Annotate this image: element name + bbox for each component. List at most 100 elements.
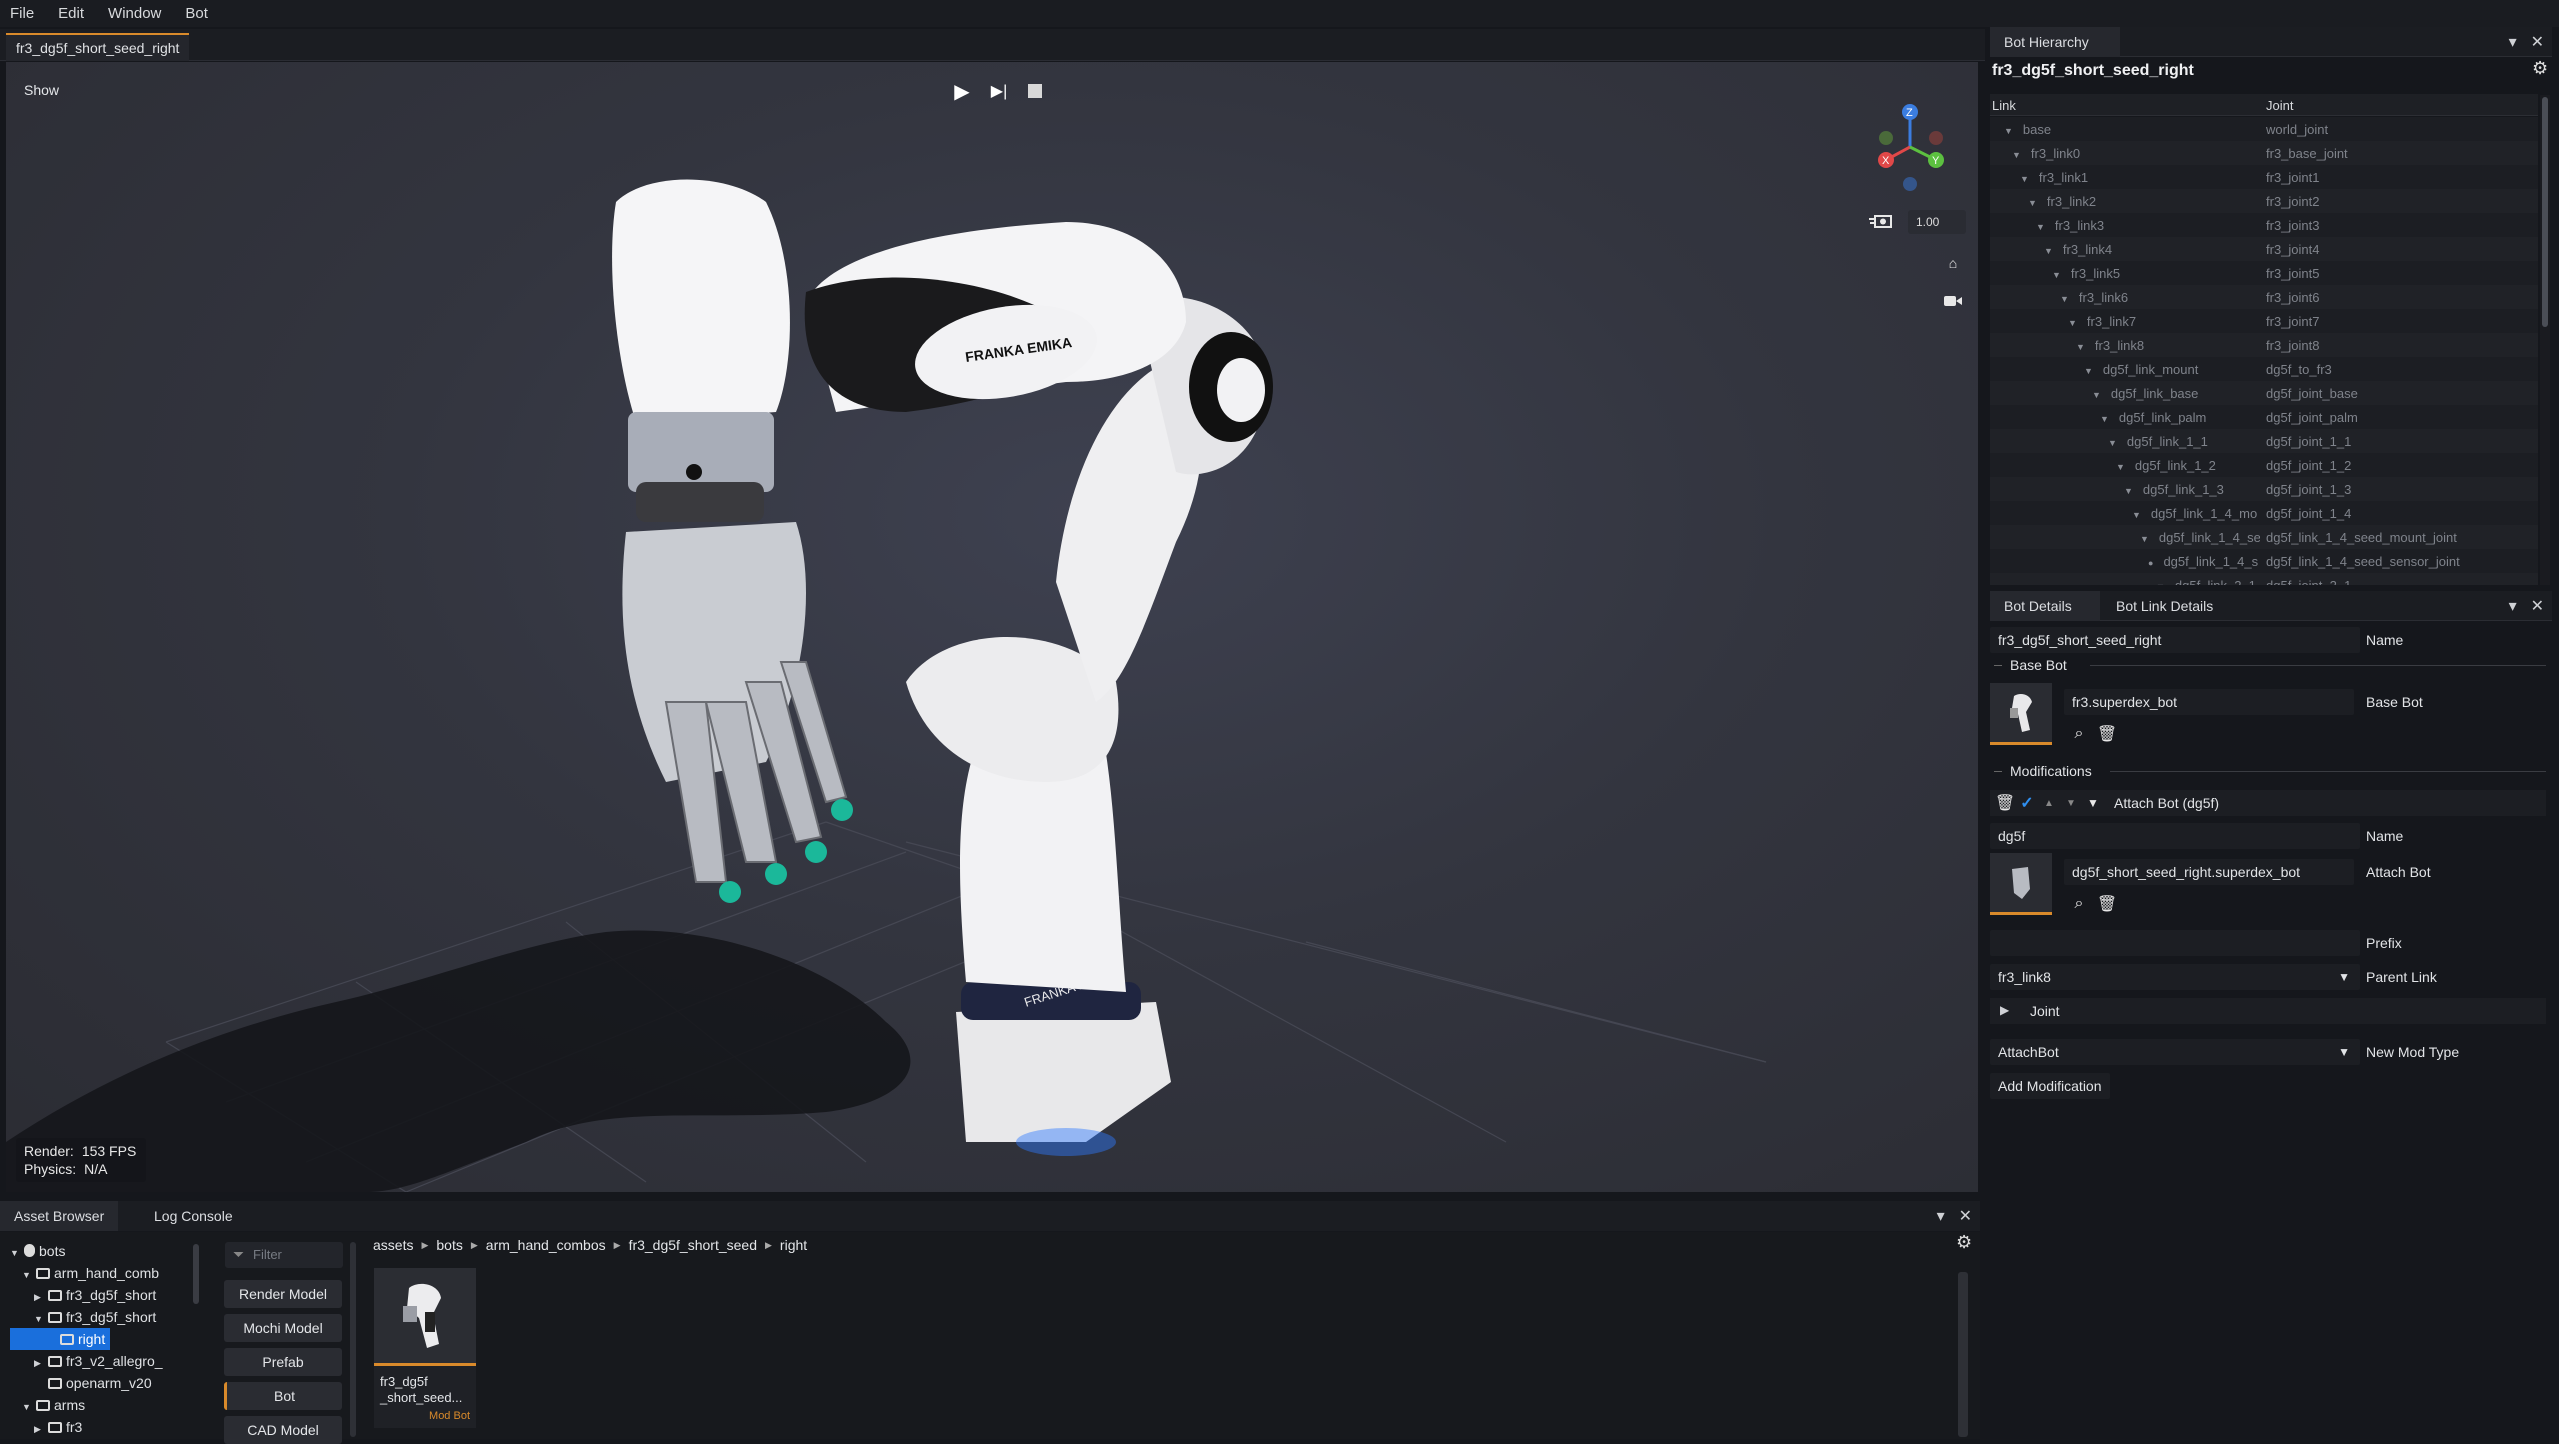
hierarchy-row[interactable]: ▼ dg5f_link_palm dg5f_joint_palm	[1990, 405, 2538, 429]
expand-arrow-icon[interactable]: ▼	[2084, 366, 2093, 376]
category-button[interactable]: CAD Model	[224, 1416, 342, 1444]
expand-arrow-icon[interactable]: ▶	[34, 1352, 48, 1374]
category-scrollbar[interactable]	[350, 1242, 356, 1437]
hierarchy-row[interactable]: ▼ fr3_link7 fr3_joint7	[1990, 309, 2538, 333]
expand-arrow-icon[interactable]: ▼	[2012, 150, 2021, 160]
attach-bot-field[interactable]: dg5f_short_seed_right.superdex_bot	[2064, 859, 2354, 885]
expand-arrow-icon[interactable]: ▼	[2052, 270, 2061, 280]
breadcrumb-item[interactable]: right	[780, 1237, 807, 1253]
tab-bot-details[interactable]: Bot Details	[1990, 591, 2100, 621]
hierarchy-row[interactable]: ● dg5f_link_1_4_s dg5f_link_1_4_seed_senso…	[1990, 549, 2538, 573]
tree-item[interactable]: ▶ fr3	[34, 1416, 82, 1438]
hierarchy-row[interactable]: ▼ dg5f_link_2_1 dg5f_joint_2_1	[1990, 573, 2538, 585]
expand-arrow-icon[interactable]: ▼	[2004, 126, 2013, 136]
viewport[interactable]: FRANKA EMIKA FRANKA EMIKA Show ▶	[6, 62, 1978, 1192]
tree-item[interactable]: ▼ arms	[22, 1394, 85, 1416]
bot-name-field[interactable]: fr3_dg5f_short_seed_right	[1990, 627, 2360, 653]
collapse-arrow-icon[interactable]: ▼	[2082, 792, 2104, 814]
step-button[interactable]: ▶|	[986, 78, 1012, 104]
expand-arrow-icon[interactable]: ▼	[2020, 174, 2029, 184]
expand-arrow-icon[interactable]: ▼	[34, 1308, 48, 1330]
breadcrumb-item[interactable]: arm_hand_combos	[486, 1237, 606, 1253]
category-button[interactable]: Prefab	[224, 1348, 342, 1376]
home-view-button[interactable]: ⌂	[1940, 250, 1966, 276]
viewport-tab[interactable]: fr3_dg5f_short_seed_right	[6, 33, 190, 61]
hierarchy-row[interactable]: ▼ fr3_link3 fr3_joint3	[1990, 213, 2538, 237]
move-down-icon[interactable]: ▼	[2060, 792, 2082, 814]
hierarchy-row[interactable]: ▼ fr3_link4 fr3_joint4	[1990, 237, 2538, 261]
trash-icon[interactable]: 🗑	[1994, 792, 2016, 814]
trash-icon[interactable]: 🗑	[2096, 893, 2118, 915]
tab-log-console[interactable]: Log Console	[140, 1201, 247, 1231]
expand-arrow-icon[interactable]: ▶	[34, 1418, 48, 1440]
hierarchy-row[interactable]: ▼ fr3_link8 fr3_joint8	[1990, 333, 2538, 357]
panel-menu-icon[interactable]: ▾	[2509, 596, 2517, 616]
expand-arrow-icon[interactable]: ▼	[2068, 318, 2077, 328]
tree-item[interactable]: ▼ fr3_dg5f_short	[34, 1306, 156, 1328]
tree-item[interactable]: openarm_v20	[34, 1372, 152, 1394]
column-joint[interactable]: Joint	[2266, 98, 2293, 113]
joint-section[interactable]: ▶ Joint	[1990, 998, 2546, 1024]
expand-arrow-icon[interactable]: ▼	[2156, 582, 2165, 586]
checkmark-icon[interactable]: ✓	[2016, 792, 2038, 814]
expand-arrow-icon[interactable]: ▼	[2028, 198, 2037, 208]
tree-item[interactable]: ▼ arm_hand_comb	[22, 1262, 159, 1284]
hierarchy-row[interactable]: ▼ base world_joint	[1990, 117, 2538, 141]
gear-icon[interactable]: ⚙	[2532, 58, 2548, 79]
hierarchy-row[interactable]: ▼ dg5f_link_1_1 dg5f_joint_1_1	[1990, 429, 2538, 453]
hierarchy-row[interactable]: ▼ fr3_link1 fr3_joint1	[1990, 165, 2538, 189]
search-icon[interactable]: ⌕	[2068, 723, 2090, 745]
trash-icon[interactable]: 🗑	[2096, 723, 2118, 745]
tree-item[interactable]: ▶ fr3_v2_allegro_	[34, 1350, 163, 1372]
orientation-gizmo[interactable]: Z X Y	[1866, 92, 1956, 192]
column-link[interactable]: Link	[1992, 98, 2016, 113]
menu-edit[interactable]: Edit	[58, 5, 84, 22]
tree-scrollbar[interactable]	[193, 1244, 199, 1304]
expand-arrow-icon[interactable]: ▼	[2140, 534, 2149, 544]
category-button[interactable]: Bot	[224, 1382, 342, 1410]
category-button[interactable]: Mochi Model	[224, 1314, 342, 1342]
camera-speed-icon[interactable]	[1868, 208, 1894, 234]
hierarchy-row[interactable]: ▼ dg5f_link_mount dg5f_to_fr3	[1990, 357, 2538, 381]
hierarchy-row[interactable]: ▼ dg5f_link_base dg5f_joint_base	[1990, 381, 2538, 405]
expand-arrow-icon[interactable]: ▶	[34, 1286, 48, 1308]
new-mod-type-dropdown[interactable]: AttachBot ▼	[1990, 1039, 2360, 1065]
camera-speed-field[interactable]: 1.00	[1908, 210, 1966, 234]
hierarchy-row[interactable]: ▼ dg5f_link_1_4_se dg5f_link_1_4_seed_moun…	[1990, 525, 2538, 549]
hierarchy-row[interactable]: ▼ dg5f_link_1_4_mo dg5f_joint_1_4	[1990, 501, 2538, 525]
search-icon[interactable]: ⌕	[2068, 893, 2090, 915]
tree-item[interactable]: ▶ fr3_dg5f_short	[34, 1284, 156, 1306]
stop-button[interactable]	[1022, 78, 1048, 104]
panel-menu-icon[interactable]: ▾	[2509, 32, 2517, 52]
modification-title[interactable]: Attach Bot (dg5f)	[2114, 795, 2219, 811]
add-modification-button[interactable]: Add Modification	[1990, 1073, 2110, 1099]
tab-bot-hierarchy[interactable]: Bot Hierarchy	[1990, 27, 2120, 57]
tab-bot-link-details[interactable]: Bot Link Details	[2102, 591, 2227, 621]
hierarchy-row[interactable]: ▼ dg5f_link_1_3 dg5f_joint_1_3	[1990, 477, 2538, 501]
breadcrumb-item[interactable]: assets	[373, 1237, 413, 1253]
move-up-icon[interactable]: ▲	[2038, 792, 2060, 814]
category-button[interactable]: Render Model	[224, 1280, 342, 1308]
expand-arrow-icon[interactable]: ▼	[2132, 510, 2141, 520]
scrollbar-thumb[interactable]	[2542, 97, 2548, 327]
tree-item[interactable]: ▼ bots	[10, 1240, 65, 1262]
expand-arrow-icon[interactable]: ▼	[2092, 390, 2101, 400]
play-button[interactable]: ▶	[949, 78, 975, 104]
expand-arrow-icon[interactable]: ▼	[10, 1242, 24, 1264]
asset-scrollbar[interactable]	[1958, 1272, 1968, 1437]
expand-arrow-icon[interactable]: ▼	[2108, 438, 2117, 448]
hierarchy-row[interactable]: ▼ fr3_link2 fr3_joint2	[1990, 189, 2538, 213]
panel-menu-icon[interactable]: ▾	[1937, 1206, 1945, 1226]
expand-arrow-icon[interactable]: ▼	[2044, 246, 2053, 256]
expand-arrow-icon[interactable]: ▼	[2076, 342, 2085, 352]
close-icon[interactable]: ✕	[2531, 32, 2544, 52]
prefix-field[interactable]	[1990, 930, 2360, 956]
record-button[interactable]	[1940, 288, 1966, 314]
close-icon[interactable]: ✕	[2531, 596, 2544, 616]
hierarchy-scrollbar[interactable]	[2540, 95, 2550, 585]
hierarchy-row[interactable]: ▼ dg5f_link_1_2 dg5f_joint_1_2	[1990, 453, 2538, 477]
expand-arrow-icon[interactable]: ▼	[2036, 222, 2045, 232]
expand-arrow-icon[interactable]: ▼	[2100, 414, 2109, 424]
leaf-dot-icon[interactable]: ●	[2148, 558, 2153, 568]
hierarchy-row[interactable]: ▼ fr3_link0 fr3_base_joint	[1990, 141, 2538, 165]
